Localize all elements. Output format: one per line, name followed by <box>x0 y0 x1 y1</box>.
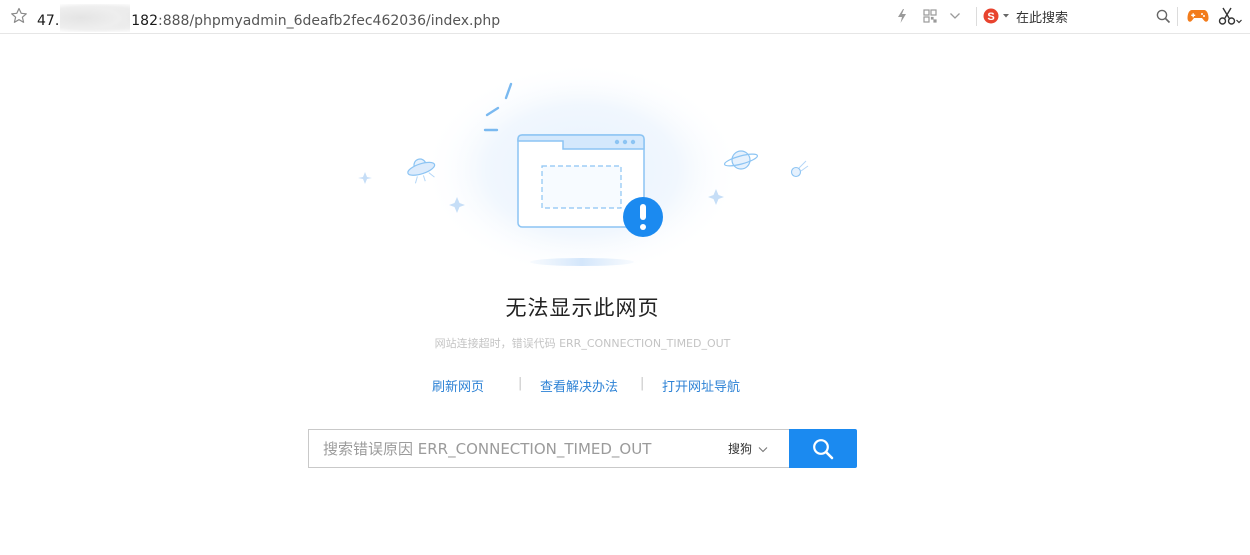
chevron-down-icon[interactable] <box>945 6 965 26</box>
comet-icon <box>790 160 809 178</box>
view-solutions-link[interactable]: 查看解决办法 <box>540 376 618 395</box>
search-icon <box>813 438 834 459</box>
url-host-prefix: 47. <box>37 13 60 29</box>
open-url-navigation-link[interactable]: 打开网址导航 <box>662 376 740 395</box>
game-controller-icon[interactable] <box>1186 6 1210 26</box>
link-separator: | <box>640 376 645 391</box>
refresh-page-link[interactable]: 刷新网页 <box>432 376 484 395</box>
address-bar: 47. 182:888/phpmyadmin_6deafb2fec462036/i… <box>0 0 1250 34</box>
lightning-icon[interactable] <box>892 6 912 26</box>
error-actions: 刷新网页 | 查看解决办法 | 打开网址导航 <box>0 376 1250 396</box>
warning-icon <box>623 197 663 237</box>
connection-error-illustration <box>340 60 820 280</box>
error-search-input[interactable] <box>309 430 737 467</box>
error-search-box: 搜狗 <box>308 429 789 468</box>
search-button[interactable] <box>789 429 857 468</box>
scissors-icon[interactable] <box>1218 6 1242 26</box>
url-redaction <box>60 4 131 32</box>
error-subtitle: 网站连接超时，错误代码 ERR_CONNECTION_TIMED_OUT <box>434 337 731 350</box>
toolbar-search-label[interactable]: 在此搜索 <box>1016 7 1068 26</box>
toolbar-divider <box>1177 7 1178 26</box>
url-host-suffix: 182 <box>131 13 158 29</box>
qr-code-icon[interactable] <box>920 6 940 26</box>
search-engine-select[interactable]: 搜狗 <box>728 440 768 457</box>
sogou-logo-icon[interactable]: S <box>982 6 1010 26</box>
url-field[interactable]: 47. 182:888/phpmyadmin_6deafb2fec462036/i… <box>37 4 501 35</box>
url-path: :888/phpmyadmin_6deafb2fec462036/index.p… <box>158 13 501 29</box>
toolbar-divider <box>976 7 977 26</box>
error-title: 无法显示此网页 <box>505 296 660 320</box>
svg-text:S: S <box>987 11 994 23</box>
link-separator: | <box>518 376 523 391</box>
search-icon[interactable] <box>1153 6 1173 26</box>
chevron-down-icon <box>758 447 768 453</box>
search-engine-label: 搜狗 <box>728 442 753 456</box>
star-icon[interactable] <box>9 6 29 26</box>
